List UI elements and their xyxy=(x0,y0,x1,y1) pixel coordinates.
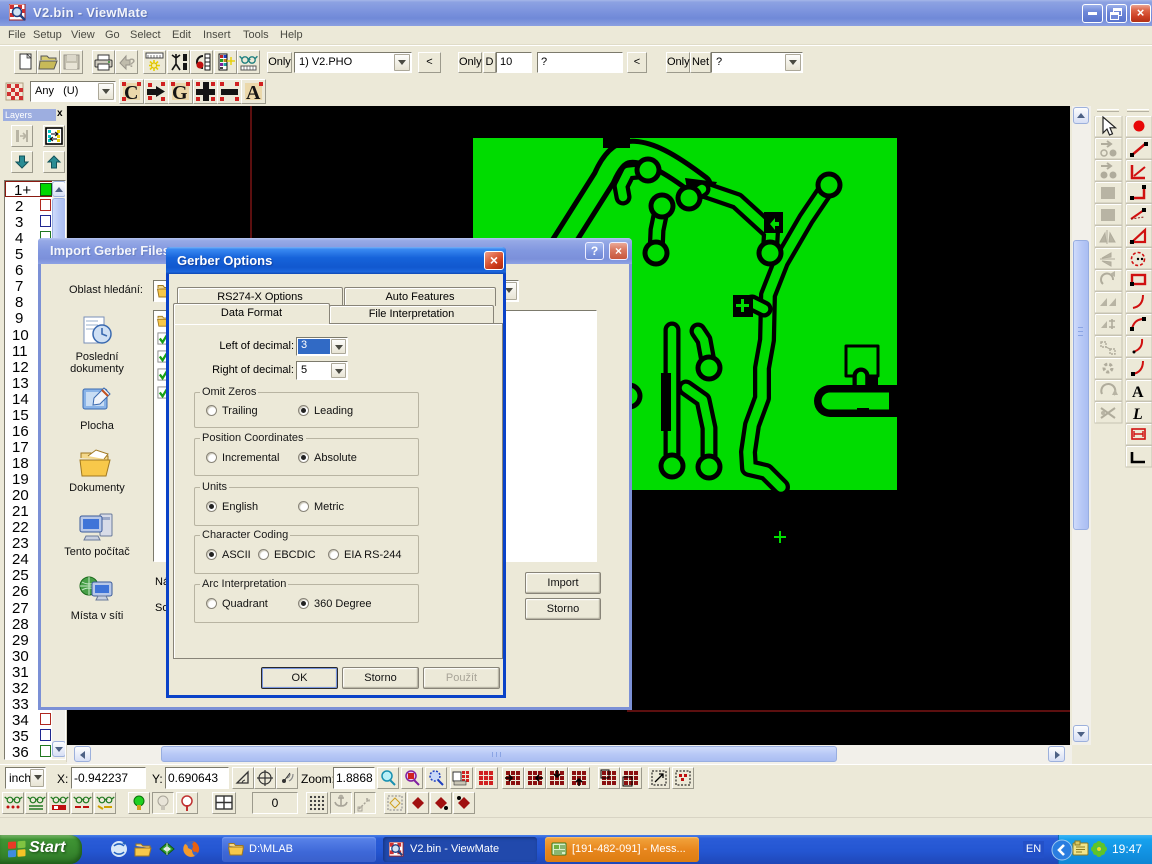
svg-text:A: A xyxy=(1132,384,1144,401)
svg-text:L: L xyxy=(1132,406,1143,423)
svg-text:?: ? xyxy=(128,56,135,70)
svg-text:A: A xyxy=(246,82,261,103)
svg-text:C: C xyxy=(124,82,138,103)
